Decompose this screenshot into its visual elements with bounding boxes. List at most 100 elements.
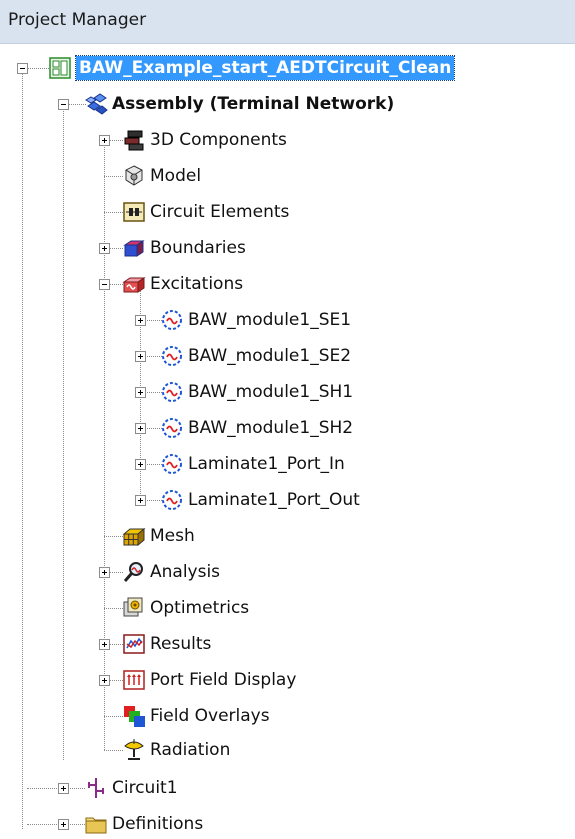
expand-port-toggle[interactable] [135, 495, 146, 506]
tree-item-label: Model [150, 166, 202, 186]
tree-item-circuit-elements[interactable]: Circuit Elements [122, 197, 289, 227]
port-field-display-icon [123, 670, 145, 690]
circuit-icon [88, 778, 104, 798]
expand-definitions-toggle[interactable] [58, 819, 69, 830]
model-icon [125, 165, 143, 186]
tree-line [27, 788, 85, 789]
tree-line [27, 68, 49, 69]
tree-item-port[interactable]: BAW_module1_SH2 [160, 413, 353, 443]
tree-line [109, 284, 123, 285]
tree-line [104, 536, 123, 537]
mesh-icon [122, 527, 146, 547]
tree-line [104, 176, 123, 177]
project-icon [49, 57, 71, 79]
tree-line [27, 824, 85, 825]
tree-item-boundaries[interactable]: Boundaries [122, 233, 246, 263]
excitations-icon [122, 277, 146, 293]
tree-item-assembly[interactable]: Assembly (Terminal Network) [84, 89, 394, 119]
tree-item-port[interactable]: Laminate1_Port_In [160, 449, 345, 479]
port-icon [162, 418, 182, 438]
tree-item-label: Port Field Display [150, 670, 297, 690]
tree-item-label: Circuit1 [112, 778, 178, 798]
expand-results-toggle[interactable] [99, 639, 110, 650]
port-icon [162, 310, 182, 330]
tree-line [63, 109, 64, 760]
radiation-icon [124, 739, 144, 760]
analysis-icon [123, 562, 143, 582]
tree-item-label: Results [150, 634, 212, 654]
tree-item-port[interactable]: Laminate1_Port_Out [160, 485, 360, 515]
project-tree[interactable]: BAW_Example_start_AEDTCircuit_Clean Asse… [0, 44, 575, 837]
tree-line [104, 145, 105, 750]
tree-item-label: Mesh [150, 526, 195, 546]
tree-item-label: BAW_module1_SE1 [188, 310, 352, 330]
tree-item-label: Boundaries [150, 238, 246, 258]
expand-3d-components-toggle[interactable] [99, 135, 110, 146]
expand-boundaries-toggle[interactable] [99, 243, 110, 254]
tree-item-label: Laminate1_Port_In [188, 454, 345, 474]
collapse-excitations-toggle[interactable] [99, 279, 110, 290]
expand-port-toggle[interactable] [135, 423, 146, 434]
assembly-icon [85, 93, 108, 115]
boundaries-icon [123, 240, 145, 257]
tree-item-definitions[interactable]: Definitions [84, 809, 203, 839]
expand-port-toggle[interactable] [135, 315, 146, 326]
tree-line [109, 248, 123, 249]
tree-item-label: Optimetrics [150, 598, 250, 618]
tree-item-label: BAW_module1_SH1 [188, 382, 354, 402]
tree-item-project[interactable]: BAW_Example_start_AEDTCircuit_Clean [48, 53, 456, 83]
folder-icon [85, 817, 107, 834]
collapse-assembly-toggle[interactable] [58, 99, 69, 110]
tree-item-label: Assembly (Terminal Network) [112, 94, 395, 114]
tree-item-port-field-display[interactable]: Port Field Display [122, 665, 296, 695]
expand-port-toggle[interactable] [135, 459, 146, 470]
tree-item-label: Radiation [150, 740, 231, 760]
tree-line [104, 716, 123, 717]
tree-item-label: 3D Components [150, 130, 287, 150]
tree-line [104, 608, 123, 609]
expand-port-field-display-toggle[interactable] [99, 675, 110, 686]
port-icon [162, 490, 182, 510]
tree-item-port[interactable]: BAW_module1_SH1 [160, 377, 353, 407]
port-icon [162, 454, 182, 474]
tree-line [22, 72, 23, 829]
tree-item-optimetrics[interactable]: Optimetrics [122, 593, 249, 623]
tree-item-excitations[interactable]: Excitations [122, 269, 243, 299]
collapse-project-toggle[interactable] [17, 63, 28, 74]
tree-item-analysis[interactable]: Analysis [122, 557, 220, 587]
circuit-elements-icon [123, 202, 145, 222]
tree-item-label: Definitions [112, 814, 204, 834]
project-manager-header: Project Manager [0, 0, 575, 44]
tree-item-results[interactable]: Results [122, 629, 211, 659]
tree-line [104, 750, 123, 751]
tree-item-mesh[interactable]: Mesh [122, 521, 195, 551]
tree-line [109, 572, 123, 573]
expand-port-toggle[interactable] [135, 387, 146, 398]
tree-item-label: BAW_module1_SE2 [188, 346, 352, 366]
panel-title: Project Manager [8, 10, 147, 30]
expand-circuit1-toggle[interactable] [58, 783, 69, 794]
tree-line [104, 212, 123, 213]
port-icon [162, 382, 182, 402]
tree-item-label: Analysis [150, 562, 221, 582]
tree-item-label: Excitations [150, 274, 244, 294]
expand-analysis-toggle[interactable] [99, 567, 110, 578]
tree-item-label: Circuit Elements [150, 202, 290, 222]
tree-item-radiation[interactable]: Radiation [122, 735, 230, 765]
tree-item-port[interactable]: BAW_module1_SE1 [160, 305, 351, 335]
tree-item-label: BAW_Example_start_AEDTCircuit_Clean [74, 55, 456, 81]
field-overlays-icon [124, 706, 145, 727]
expand-port-toggle[interactable] [135, 351, 146, 362]
tree-item-field-overlays[interactable]: Field Overlays [122, 701, 270, 731]
tree-item-model[interactable]: Model [122, 161, 201, 191]
tree-item-circuit1[interactable]: Circuit1 [84, 773, 178, 803]
tree-item-label: BAW_module1_SH2 [188, 418, 354, 438]
tree-line [109, 644, 123, 645]
tree-line [109, 680, 123, 681]
tree-item-label: Laminate1_Port_Out [188, 490, 360, 510]
tree-item-port[interactable]: BAW_module1_SE2 [160, 341, 351, 371]
tree-item-label: Field Overlays [150, 706, 270, 726]
port-icon [162, 346, 182, 366]
tree-line [109, 140, 123, 141]
tree-item-3d-components[interactable]: 3D Components [122, 125, 287, 155]
